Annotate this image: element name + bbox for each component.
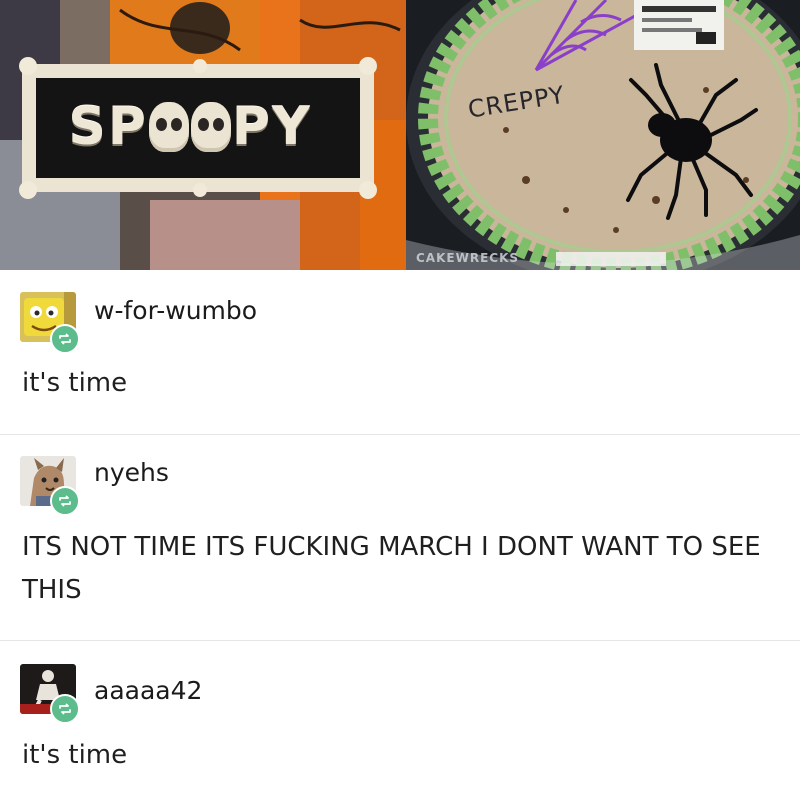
spoopy-sign-text: SP PY: [40, 86, 340, 168]
sign-text-start: SP: [68, 97, 148, 157]
post-body-text: ITS NOT TIME ITS FUCKING MARCH I DONT WA…: [22, 532, 761, 605]
reblog-icon: [50, 694, 80, 724]
reblog-icon: [50, 324, 80, 354]
reblog-arrows-icon: [59, 703, 71, 715]
post-divider: [0, 640, 800, 641]
username-link[interactable]: nyehs: [94, 458, 169, 487]
cake-brand-watermark: CAKEWRECKS: [416, 251, 520, 265]
username-link[interactable]: w-for-wumbo: [94, 296, 257, 325]
reblog-icon: [50, 486, 80, 516]
spoopy-sign-photo: SP PY: [0, 0, 406, 270]
skull-icon: [148, 102, 189, 152]
post-body-text: it's time: [22, 740, 128, 770]
username-link[interactable]: aaaaa42: [94, 676, 202, 705]
reblog-arrows-icon: [59, 495, 71, 507]
image-strip: SP PY CREPPY CAKEWRECKS: [0, 0, 800, 270]
reblog-arrows-icon: [59, 333, 71, 345]
skull-icon: [190, 102, 231, 152]
sign-text-end: PY: [231, 97, 312, 157]
creppy-cake-scene: [406, 0, 800, 270]
post-body-text: it's time: [22, 368, 128, 398]
creppy-cake-photo: CREPPY CAKEWRECKS: [406, 0, 800, 270]
post-divider: [0, 434, 800, 435]
